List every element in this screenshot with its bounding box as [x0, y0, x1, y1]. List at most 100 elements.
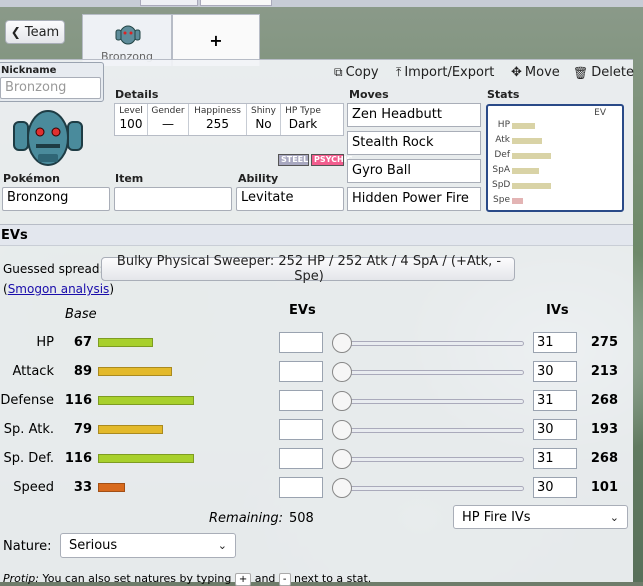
nickname-input[interactable]: Bronzong	[0, 77, 101, 99]
copy-button[interactable]: ⧉ Copy	[334, 65, 379, 80]
iv-input[interactable]: 30	[533, 361, 577, 382]
stat-total: 268	[590, 393, 618, 408]
hptype-value: Dark	[288, 117, 318, 131]
protip-text-1: You can also set natures by typing	[42, 572, 232, 585]
stat-row: Defense 116 31 268	[0, 390, 633, 412]
stats-mini-name: HP	[497, 120, 510, 130]
hptype-label: HP Type	[285, 106, 321, 116]
nature-select[interactable]: Serious ⌄	[60, 533, 236, 558]
stat-base-value: 89	[73, 364, 92, 379]
stat-name: Speed	[13, 480, 54, 495]
stat-row: Sp. Def. 116 31 268	[0, 448, 633, 470]
stat-base-value: 116	[64, 451, 92, 466]
smogon-analysis-link[interactable]: Smogon analysis	[8, 282, 110, 296]
chevron-down-icon: ⌄	[217, 539, 227, 552]
stat-row: Attack 89 30 213	[0, 361, 633, 383]
ev-input[interactable]	[279, 448, 323, 469]
ev-slider-handle[interactable]	[332, 449, 352, 469]
stat-name: Sp. Def.	[3, 451, 54, 466]
ev-slider-track[interactable]	[342, 370, 524, 375]
stats-mini-name: SpD	[492, 180, 511, 190]
stat-base-bar	[98, 367, 172, 376]
move-button[interactable]: ✥ Move	[511, 65, 560, 80]
import-export-label: Import/Export	[404, 65, 495, 80]
stats-mini-bar	[512, 153, 551, 159]
stat-base-bar	[98, 483, 125, 492]
ability-label: Ability	[238, 172, 279, 185]
stats-mini-name: SpA	[492, 165, 510, 175]
stat-total: 193	[590, 422, 618, 437]
ev-slider-handle[interactable]	[332, 391, 352, 411]
ivs-column-header: IVs	[546, 303, 569, 318]
iv-input[interactable]: 31	[533, 390, 577, 411]
ev-input[interactable]	[279, 419, 323, 440]
ev-input[interactable]	[279, 477, 323, 498]
pokemon-input[interactable]: Bronzong	[2, 187, 110, 211]
smogon-paren-close: )	[109, 282, 114, 296]
evs-section-header: EVs	[0, 224, 633, 246]
ev-input[interactable]	[279, 361, 323, 382]
teambuilder-tab-stub[interactable]	[200, 0, 272, 6]
bronzong-sprite	[13, 110, 83, 166]
iv-input[interactable]: 31	[533, 448, 577, 469]
stats-mini-bar	[512, 168, 539, 174]
upload-icon: ⤒	[396, 65, 402, 79]
move-2-input[interactable]: Stealth Rock	[347, 131, 481, 155]
ev-slider-track[interactable]	[342, 341, 524, 346]
ev-slider-handle[interactable]	[332, 362, 352, 382]
iv-input[interactable]: 30	[533, 419, 577, 440]
remaining-value: 508	[289, 511, 314, 526]
move-4-input[interactable]: Hidden Power Fire	[347, 187, 481, 211]
nature-select-value: Serious	[69, 538, 118, 553]
ev-slider-handle[interactable]	[332, 478, 352, 498]
iv-spread-select-value: HP Fire IVs	[462, 509, 531, 525]
stat-base-value: 33	[73, 480, 92, 495]
item-label: Item	[115, 172, 144, 185]
ev-slider-track[interactable]	[342, 399, 524, 404]
gender-label: Gender	[151, 106, 185, 116]
type-badge-psychic: PSYCHIC	[311, 154, 353, 166]
ev-slider-handle[interactable]	[332, 420, 352, 440]
ev-slider-track[interactable]	[342, 457, 524, 462]
item-input[interactable]	[114, 187, 232, 211]
delete-label: Delete	[591, 65, 634, 80]
team-tabs-bar: ❮ Team Bronzong +	[0, 7, 643, 66]
stats-mini-bar	[512, 198, 523, 204]
chevron-down-icon: ⌄	[609, 510, 619, 524]
level-col: Level 100	[115, 104, 148, 135]
delete-button[interactable]: 🗑 Delete	[573, 65, 634, 80]
guessed-spread-button[interactable]: Bulky Physical Sweeper: 252 HP / 252 Atk…	[101, 254, 515, 284]
evs-column-header: EVs	[289, 303, 316, 318]
iv-spread-select[interactable]: HP Fire IVs ⌄	[453, 505, 628, 529]
bronzong-mini-icon	[115, 25, 141, 45]
iv-input[interactable]: 31	[533, 332, 577, 353]
stat-base-value: 116	[64, 393, 92, 408]
shiny-value: No	[255, 117, 272, 131]
ev-input[interactable]	[279, 332, 323, 353]
shiny-label: Shiny	[251, 106, 276, 116]
home-tab-stub[interactable]	[140, 0, 198, 6]
import-export-button[interactable]: ⤒ Import/Export	[396, 65, 494, 80]
back-to-team-button[interactable]: ❮ Team	[5, 20, 65, 44]
stat-total: 101	[590, 480, 618, 495]
nature-label: Nature:	[3, 539, 52, 554]
stat-total: 213	[590, 364, 618, 379]
iv-input[interactable]: 30	[533, 477, 577, 498]
happiness-label: Happiness	[194, 106, 241, 116]
stats-mini-name: Def	[494, 150, 510, 160]
move-3-input[interactable]: Gyro Ball	[347, 159, 481, 183]
ev-slider-track[interactable]	[342, 486, 524, 491]
ability-input[interactable]: Levitate	[236, 187, 344, 211]
details-box[interactable]: Level 100 Gender — Happiness 255 Shiny N…	[114, 103, 344, 136]
ev-slider-track[interactable]	[342, 428, 524, 433]
protip-and: and	[254, 572, 276, 585]
stat-total: 268	[590, 451, 618, 466]
stat-base-bar	[98, 454, 194, 463]
ev-slider-handle[interactable]	[332, 333, 352, 353]
ev-input[interactable]	[279, 390, 323, 411]
stat-row: Speed 33 30 101	[0, 477, 633, 499]
stat-row: Sp. Atk. 79 30 193	[0, 419, 633, 441]
level-label: Level	[119, 106, 143, 116]
move-1-input[interactable]: Zen Headbutt	[347, 103, 481, 127]
stats-summary-button[interactable]: EV HP Atk Def SpA SpD Spe	[486, 104, 624, 212]
